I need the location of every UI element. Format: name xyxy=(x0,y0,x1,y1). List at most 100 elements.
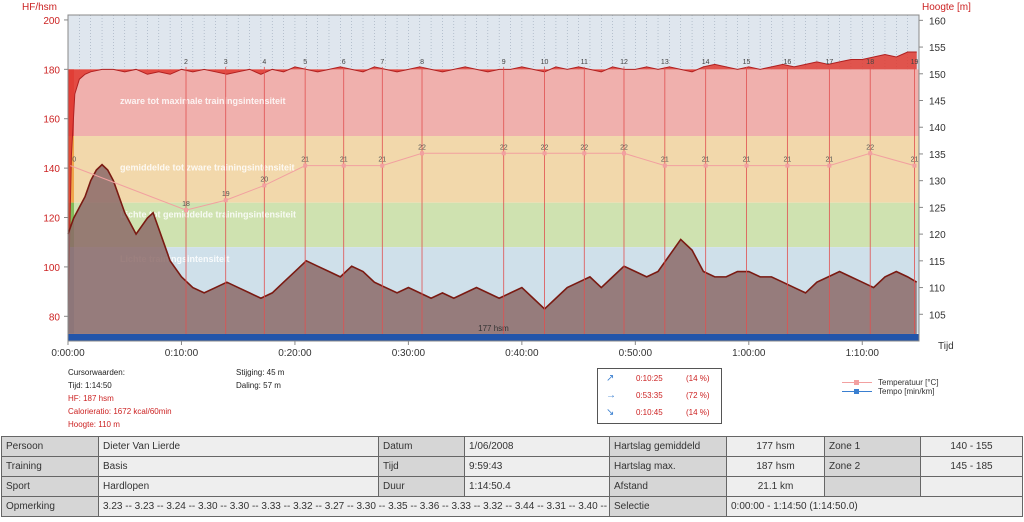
value-hr-avg: 177 hsm xyxy=(726,436,825,457)
speed-point xyxy=(785,163,790,168)
cursor-hr: HF: 187 hsm xyxy=(68,394,114,403)
speed-point xyxy=(868,151,873,156)
x-axis-title: Tijd xyxy=(938,341,954,352)
label-zone1: Zone 1 xyxy=(824,436,921,457)
table-row: Opmerking 3.23 -- 3.23 -- 3.24 -- 3.30 -… xyxy=(1,496,1023,517)
lap-number: 14 xyxy=(702,59,710,66)
value-zone1: 140 - 155 xyxy=(920,436,1023,457)
value-zone2: 145 - 185 xyxy=(920,456,1023,477)
trend-pct: (72 %) xyxy=(686,391,710,400)
value-tijd: 9:59:43 xyxy=(464,456,610,477)
label-hr-max: Hartslag max. xyxy=(609,456,727,477)
lap-number: 12 xyxy=(620,59,628,66)
training-summary-table: Persoon Dieter Van Lierde Datum 1/06/200… xyxy=(1,436,1023,517)
label-persoon: Persoon xyxy=(1,436,99,457)
cursor-time: Tijd: 1:14:50 xyxy=(68,381,112,390)
empty-cell xyxy=(824,476,921,497)
label-sport: Sport xyxy=(1,476,99,497)
y-tick-label: 80 xyxy=(49,312,61,323)
arrow-up-right-icon: ↗ xyxy=(606,373,615,384)
trend-box: ↗ 0:10:25 (14 %) → 0:53:35 (72 %) ↘ 0:10… xyxy=(597,368,722,424)
y2-tick-label: 110 xyxy=(929,284,945,295)
y-tick-label: 120 xyxy=(43,214,60,225)
legend-item-temperature[interactable]: Temperatuur [°C] xyxy=(842,378,939,387)
speed-point xyxy=(744,163,749,168)
trend-row-up: ↗ 0:10:25 (14 %) xyxy=(598,372,721,386)
speed-label: 20 xyxy=(260,176,268,183)
y2-tick-label: 140 xyxy=(929,123,946,134)
speed-point xyxy=(827,163,832,168)
x-tick-label: 0:50:00 xyxy=(619,348,653,359)
lap-number: 13 xyxy=(661,59,669,66)
legend-label: Temperatuur [°C] xyxy=(878,378,939,387)
speed-label: 21 xyxy=(702,157,710,164)
legend-item-tempo[interactable]: Tempo [min/km] xyxy=(842,387,939,396)
y2-tick-label: 155 xyxy=(929,43,946,54)
legend-label: Tempo [min/km] xyxy=(878,387,935,396)
lap-number: 6 xyxy=(342,59,346,66)
y-tick-label: 200 xyxy=(43,16,60,27)
label-zone2: Zone 2 xyxy=(824,456,921,477)
value-datum: 1/06/2008 xyxy=(464,436,610,457)
speed-label: 22 xyxy=(418,144,426,151)
label-datum: Datum xyxy=(378,436,465,457)
speed-point xyxy=(223,198,228,203)
x-tick-label: 0:30:00 xyxy=(392,348,426,359)
speed-label: 22 xyxy=(580,144,588,151)
speed-point xyxy=(380,163,385,168)
zone-label: Lichte tot gemiddelde trainingsintensite… xyxy=(120,210,296,220)
lap-number: 19 xyxy=(911,59,919,66)
speed-point xyxy=(420,151,425,156)
label-selectie: Selectie xyxy=(609,496,727,517)
label-tijd: Tijd xyxy=(378,456,465,477)
speed-label: 19 xyxy=(222,191,230,198)
y-tick-label: 180 xyxy=(43,65,60,76)
lap-number: 9 xyxy=(502,59,506,66)
arrow-down-right-icon: ↘ xyxy=(606,407,615,418)
table-row: Persoon Dieter Van Lierde Datum 1/06/200… xyxy=(1,436,1023,457)
label-opmerking: Opmerking xyxy=(1,496,99,517)
x-tick-label: 0:20:00 xyxy=(278,348,312,359)
speed-point xyxy=(582,151,587,156)
x-tick-label: 1:00:00 xyxy=(732,348,766,359)
speed-label: 22 xyxy=(541,144,549,151)
y2-tick-label: 135 xyxy=(929,150,946,161)
y2-axis-title: Hoogte [m] xyxy=(922,2,971,13)
value-selectie: 0:00:00 - 1:14:50 (1:14:50.0) xyxy=(726,496,1023,517)
cursor-calories: Calorieratio: 1672 kcal/60min xyxy=(68,407,172,416)
y2-tick-label: 125 xyxy=(929,203,946,214)
y2-tick-label: 145 xyxy=(929,97,946,108)
speed-label: 21 xyxy=(783,157,791,164)
speed-point xyxy=(341,163,346,168)
value-persoon: Dieter Van Lierde xyxy=(98,436,379,457)
speed-label: 21 xyxy=(661,157,669,164)
x-tick-label: 0:00:00 xyxy=(51,348,85,359)
lap-number: 7 xyxy=(380,59,384,66)
empty-cell xyxy=(920,476,1023,497)
value-opmerking: 3.23 -- 3.23 -- 3.24 -- 3.30 -- 3.30 -- … xyxy=(98,496,610,517)
lap-number: 8 xyxy=(420,59,424,66)
avg-hr-bar xyxy=(68,334,919,341)
value-sport: Hardlopen xyxy=(98,476,379,497)
lap-number: 10 xyxy=(541,59,549,66)
speed-point xyxy=(184,208,189,213)
y-axis-title: HF/hsm xyxy=(22,2,57,13)
table-row: Sport Hardlopen Duur 1:14:50.4 Afstand 2… xyxy=(1,476,1023,497)
trend-row-down: ↘ 0:10:45 (14 %) xyxy=(598,406,721,420)
chart-background xyxy=(68,15,919,70)
speed-label: 22 xyxy=(500,144,508,151)
arrow-right-icon: → xyxy=(606,390,616,401)
speed-label: 21 xyxy=(743,157,751,164)
speed-label: 21 xyxy=(301,157,309,164)
label-hr-avg: Hartslag gemiddeld xyxy=(609,436,727,457)
zone-label: zware tot maximale trainingsintensiteit xyxy=(120,96,286,106)
speed-point xyxy=(621,151,626,156)
value-duur: 1:14:50.4 xyxy=(464,476,610,497)
trend-time: 0:10:45 xyxy=(636,408,663,417)
speed-point xyxy=(703,163,708,168)
y-tick-label: 100 xyxy=(43,263,60,274)
trend-time: 0:53:35 xyxy=(636,391,663,400)
x-tick-label: 0:40:00 xyxy=(505,348,539,359)
lap-number: 11 xyxy=(581,59,588,66)
cursor-climb: Stijging: 45 m xyxy=(236,368,285,377)
